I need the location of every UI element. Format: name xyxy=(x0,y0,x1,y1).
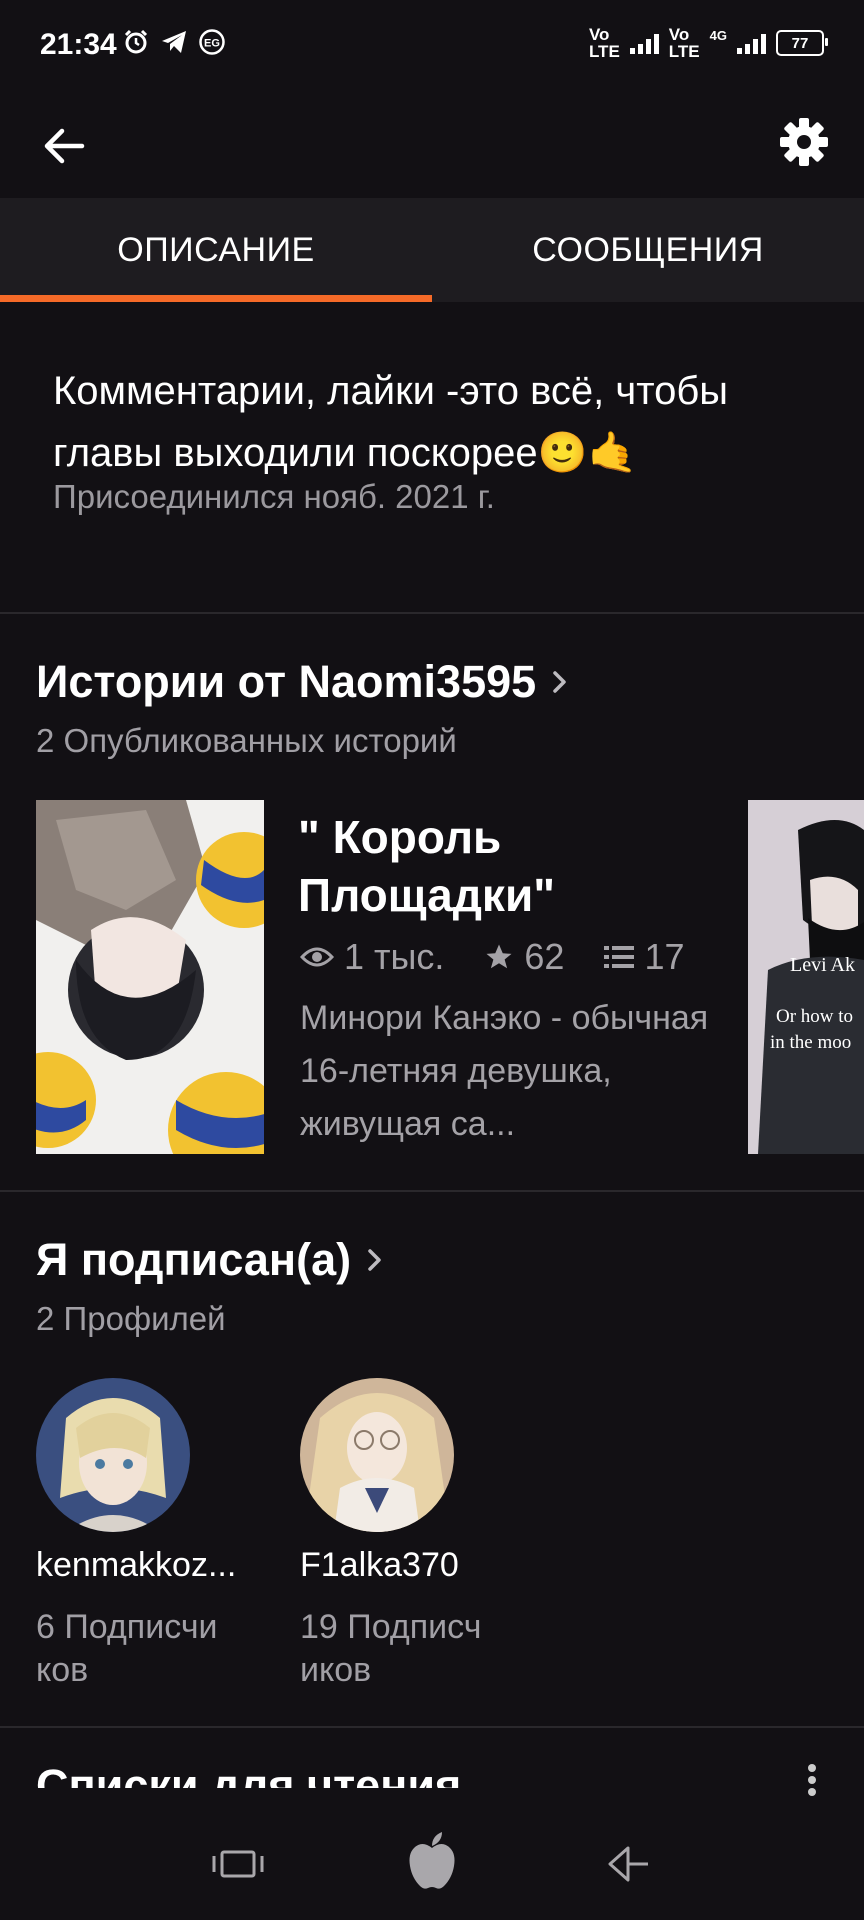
apple-logo-icon xyxy=(409,1832,455,1889)
profile-name[interactable]: kenmakkoz... xyxy=(36,1546,266,1585)
profile-followers: 19 Подписч иков xyxy=(300,1606,500,1692)
home-button[interactable] xyxy=(402,1830,462,1889)
reading-lists-title[interactable]: Списки для чтения xyxy=(36,1756,461,1788)
story-views-count: 1 тыс. xyxy=(344,936,445,977)
story-title[interactable]: " Король Площадки" xyxy=(298,808,718,924)
back-triangle-icon xyxy=(608,1846,648,1882)
avatar[interactable] xyxy=(36,1378,190,1532)
profile-name[interactable]: F1alka370 xyxy=(300,1546,530,1585)
signal-sim2-icon xyxy=(737,32,766,54)
gear-icon xyxy=(780,118,828,166)
following-section-header[interactable]: Я подписан(а) xyxy=(36,1234,385,1286)
cover-text-3: in the moo xyxy=(770,1032,852,1053)
story-description: Минори Канэко - обычная 16-летняя девушк… xyxy=(300,999,709,1143)
battery-level: 77 xyxy=(791,34,809,52)
stories-section-title: Истории от Naomi3595 xyxy=(36,656,537,707)
recent-apps-button[interactable] xyxy=(208,1836,268,1892)
tab-description-label: ОПИСАНИЕ xyxy=(117,230,315,269)
arrow-left-icon xyxy=(44,128,85,164)
eye-icon xyxy=(300,947,334,967)
alarm-icon xyxy=(122,28,150,56)
more-vertical-icon xyxy=(808,1764,816,1796)
divider xyxy=(0,1726,864,1728)
more-options-button[interactable] xyxy=(800,1762,824,1798)
cover-text-2: Or how to xyxy=(776,1006,854,1027)
network-type-label: 4G xyxy=(709,28,727,43)
status-icons-right: Vo LTE Vo LTE 4G 77 xyxy=(588,25,828,61)
profile-followers: 6 Подписчи ков xyxy=(36,1606,236,1692)
story-parts-count: 17 xyxy=(644,936,685,977)
divider xyxy=(0,1190,864,1192)
stories-count: 2 Опубликованных историй xyxy=(36,722,457,759)
following-count: 2 Профилей xyxy=(36,1300,226,1337)
story-cover-1[interactable] xyxy=(36,800,264,1154)
back-nav-button[interactable] xyxy=(598,1836,658,1892)
status-bar: 21:34 EG Vo LTE Vo LTE 4G 77 xyxy=(0,0,864,96)
profile-followers-line2: иков xyxy=(300,1651,372,1689)
recent-apps-icon xyxy=(212,1850,264,1878)
profile-followers-line1: 6 Подписчи xyxy=(36,1608,218,1646)
signal-sim1-icon xyxy=(629,32,659,54)
story-votes: 62 xyxy=(484,936,564,978)
tab-messages[interactable]: СООБЩЕНИЯ xyxy=(432,198,864,302)
volte-sim1-label: Vo LTE xyxy=(588,25,620,61)
profile-followers-line2: ков xyxy=(36,1651,89,1689)
story-stats: 1 тыс. 62 17 xyxy=(300,936,724,978)
story-votes-count: 62 xyxy=(524,936,565,977)
back-button[interactable] xyxy=(38,118,94,174)
battery-icon: 77 xyxy=(776,30,828,56)
divider xyxy=(0,612,864,614)
status-icons-left: EG xyxy=(122,28,226,56)
chevron-right-icon xyxy=(368,1249,381,1271)
tab-description[interactable]: ОПИСАНИЕ xyxy=(0,198,432,302)
eg-badge-icon: EG xyxy=(198,28,226,56)
system-nav-bar xyxy=(0,1806,864,1920)
profile-tabs: ОПИСАНИЕ СООБЩЕНИЯ xyxy=(0,198,864,302)
profile-description: Комментарии, лайки -это всё, чтобы главы… xyxy=(53,369,729,475)
story-parts: 17 xyxy=(604,936,684,978)
volte-sim2-label: Vo LTE xyxy=(668,25,700,61)
joined-date: Присоединился нояб. 2021 г. xyxy=(53,478,495,515)
profile-followers-line1: 19 Подписч xyxy=(300,1608,482,1646)
stories-section-header[interactable]: Истории от Naomi3595 xyxy=(36,656,570,708)
telegram-icon xyxy=(160,28,188,56)
app-bar xyxy=(0,96,864,196)
story-views: 1 тыс. xyxy=(300,936,444,978)
status-time: 21:34 xyxy=(40,28,117,61)
cover-text-1: Levi Ak xyxy=(790,954,855,976)
svg-text:EG: EG xyxy=(204,38,220,50)
avatar[interactable] xyxy=(300,1378,454,1532)
tab-messages-label: СООБЩЕНИЯ xyxy=(532,230,764,269)
list-icon xyxy=(604,946,635,968)
star-icon xyxy=(486,944,512,969)
settings-button[interactable] xyxy=(774,112,834,172)
following-section-title: Я подписан(а) xyxy=(36,1234,352,1285)
chevron-right-icon xyxy=(553,671,566,693)
story-cover-2[interactable]: Levi Ak Or how to in the moo xyxy=(748,800,864,1154)
